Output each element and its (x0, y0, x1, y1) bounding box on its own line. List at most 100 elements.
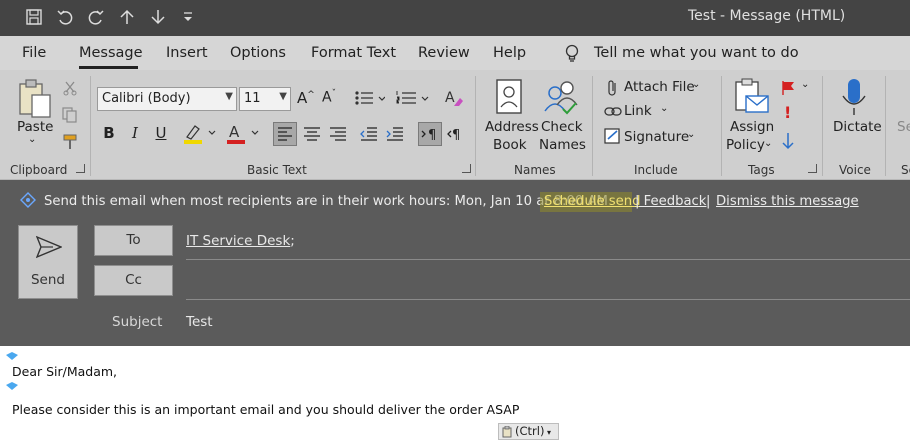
highlight-icon[interactable] (183, 123, 219, 149)
to-field-line (186, 259, 910, 260)
underline-button[interactable]: U (150, 121, 172, 145)
signature-button[interactable]: Signature (624, 129, 689, 145)
paste-button[interactable]: Paste (17, 119, 53, 135)
active-tab-indicator (79, 66, 138, 69)
address-book-label-2[interactable]: Book (493, 137, 527, 153)
shrink-font-icon[interactable]: Aˇ (322, 89, 336, 106)
chevron-down-icon[interactable]: ⌄ (764, 138, 772, 149)
group-divider (90, 76, 91, 176)
schedule-send-link[interactable]: Schedule send (544, 194, 641, 209)
assign-policy-label-1[interactable]: Assign (730, 119, 774, 135)
paste-dropdown-icon[interactable]: ⌄ (28, 134, 36, 145)
attach-file-button[interactable]: Attach File (624, 79, 695, 95)
to-recipient[interactable]: IT Service Desk (186, 233, 290, 249)
customize-icon[interactable] (176, 6, 200, 28)
decrease-indent-icon[interactable] (358, 123, 380, 149)
message-body[interactable] (0, 346, 910, 440)
down-arrow-icon[interactable] (146, 6, 170, 28)
feedback-link[interactable]: | Feedback (635, 194, 706, 209)
check-names-label-2[interactable]: Names (539, 137, 586, 153)
body-greeting: Dear Sir/Madam, (12, 364, 118, 379)
font-size-select[interactable]: 11 ▼ (239, 87, 291, 111)
dismiss-message-link[interactable]: Dismiss this message (716, 194, 859, 209)
up-arrow-icon[interactable] (115, 6, 139, 28)
ribbon-tab-bar: File Message Insert Options Format Text … (0, 36, 910, 70)
cc-button[interactable]: Cc (94, 265, 173, 296)
flag-icon[interactable] (781, 80, 797, 100)
paste-options-button[interactable]: (Ctrl) ▾ (498, 423, 559, 440)
basic-text-launcher-icon[interactable] (462, 164, 471, 173)
chevron-down-icon[interactable]: ⌄ (801, 79, 809, 90)
link-button[interactable]: Link (624, 103, 652, 119)
redo-icon[interactable] (84, 6, 108, 28)
increase-indent-icon[interactable] (384, 123, 406, 149)
signature-icon[interactable] (604, 128, 622, 148)
subject-label: Subject (112, 314, 163, 330)
format-painter-icon[interactable] (62, 134, 78, 154)
bold-button[interactable]: B (98, 121, 120, 145)
tab-format-text[interactable]: Format Text (311, 45, 396, 61)
numbering-icon[interactable] (396, 90, 430, 110)
microphone-icon[interactable] (840, 78, 868, 120)
chevron-down-icon: ▾ (544, 428, 551, 437)
group-divider (885, 76, 886, 176)
chevron-down-icon[interactable]: ⌄ (660, 103, 668, 114)
clipboard-icon (502, 426, 512, 438)
cut-icon[interactable] (62, 80, 78, 100)
align-left-button[interactable] (273, 122, 297, 146)
cc-field[interactable] (186, 273, 910, 293)
font-color-icon[interactable]: A (226, 123, 262, 149)
align-right-icon[interactable] (327, 123, 349, 149)
font-family-value: Calibri (Body) (102, 91, 191, 106)
chevron-down-icon[interactable]: ⌄ (692, 79, 700, 90)
link-icon[interactable] (604, 104, 622, 123)
tell-me-search[interactable]: Tell me what you want to do (594, 45, 799, 61)
send-button[interactable]: Send (18, 225, 78, 299)
low-importance-icon[interactable] (781, 132, 795, 154)
chevron-down-icon: ▼ (225, 91, 233, 102)
tab-file[interactable]: File (22, 45, 46, 61)
tags-group-label: Tags (748, 163, 775, 177)
tab-help[interactable]: Help (493, 45, 526, 61)
dictate-button[interactable]: Dictate (833, 119, 882, 135)
tab-options[interactable]: Options (230, 45, 286, 61)
clipboard-launcher-icon[interactable] (76, 164, 85, 173)
check-names-icon[interactable] (543, 79, 579, 119)
high-importance-icon[interactable]: ! (784, 103, 791, 122)
svg-text:A: A (229, 123, 240, 141)
chevron-down-icon[interactable]: ⌄ (687, 129, 695, 140)
align-center-icon[interactable] (301, 123, 323, 149)
group-divider (475, 76, 476, 176)
address-book-label-1[interactable]: Address (485, 119, 539, 135)
bullets-icon[interactable] (355, 90, 386, 110)
basic-text-group-label: Basic Text (247, 163, 307, 177)
attach-icon[interactable] (606, 79, 620, 101)
group-divider (592, 76, 593, 176)
undo-icon[interactable] (53, 6, 77, 28)
paste-icon[interactable] (18, 79, 52, 123)
address-book-icon[interactable] (494, 79, 524, 119)
paste-options-label: (Ctrl) (515, 424, 545, 438)
italic-button[interactable]: I (124, 121, 146, 145)
grow-font-icon[interactable]: A^ (297, 89, 315, 107)
lightbulb-icon (564, 44, 580, 68)
tab-message[interactable]: Message (79, 45, 143, 61)
info-bar-message: Send this email when most recipients are… (44, 194, 608, 209)
tab-insert[interactable]: Insert (166, 45, 208, 61)
clipboard-group-label: Clipboard (10, 163, 68, 177)
clear-formatting-icon[interactable]: A (444, 88, 464, 112)
sensitivity-button-partial[interactable]: Se (897, 119, 910, 135)
copy-icon[interactable] (62, 107, 78, 127)
save-icon[interactable] (22, 6, 46, 28)
subject-field[interactable]: Test (186, 314, 213, 330)
font-family-select[interactable]: Calibri (Body) ▼ (97, 87, 237, 111)
to-button[interactable]: To (94, 225, 173, 256)
tags-launcher-icon[interactable] (808, 164, 817, 173)
rtl-paragraph-icon[interactable]: ¶ (445, 123, 467, 149)
ltr-paragraph-button[interactable]: ¶ (418, 122, 442, 146)
assign-policy-icon[interactable] (734, 78, 770, 120)
check-names-label-1[interactable]: Check (541, 119, 583, 135)
tab-review[interactable]: Review (418, 45, 470, 61)
assign-policy-label-2[interactable]: Policy (726, 137, 765, 153)
cc-field-line (186, 299, 910, 300)
